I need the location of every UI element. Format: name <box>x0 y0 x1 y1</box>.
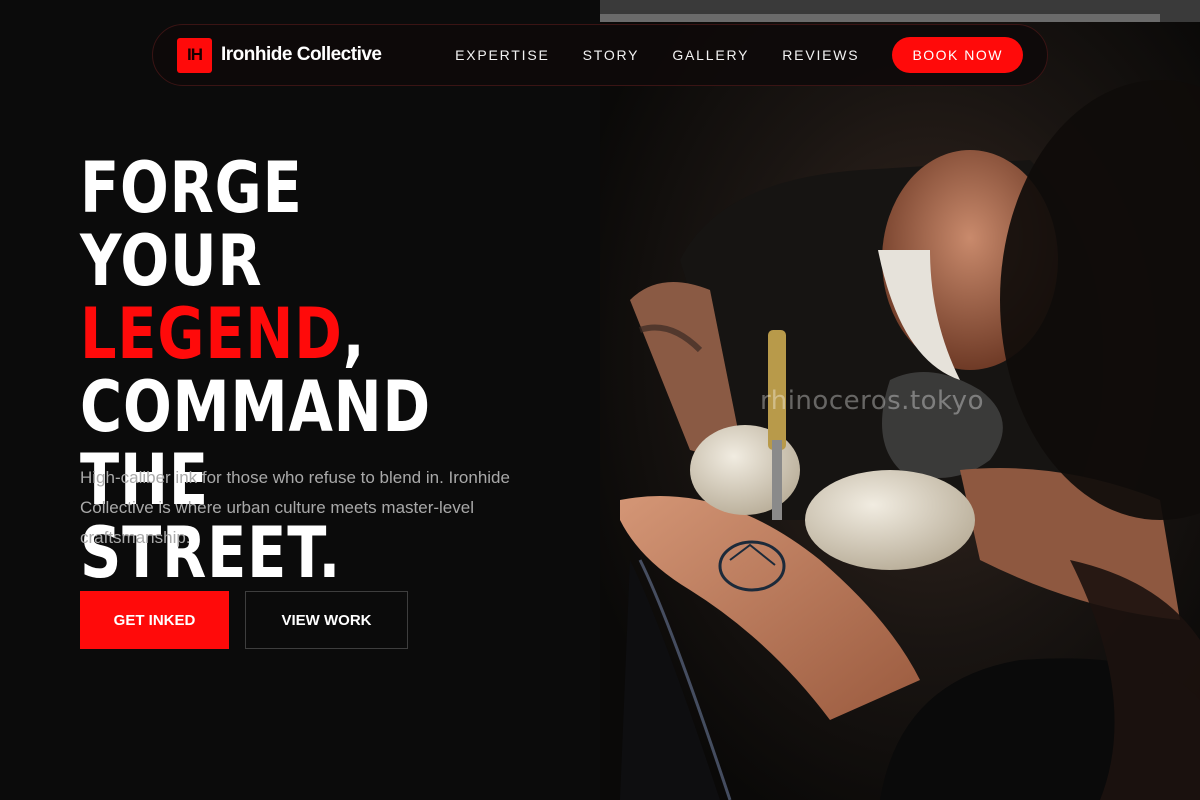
book-now-button[interactable]: BOOK NOW <box>892 37 1023 73</box>
nav-links: EXPERTISE STORY GALLERY REVIEWS BOOK NOW <box>455 37 1023 73</box>
brand-name: Ironhide Collective <box>221 44 382 65</box>
nav-link-reviews[interactable]: REVIEWS <box>782 47 859 63</box>
top-navbar: IH Ironhide Collective EXPERTISE STORY G… <box>152 24 1048 86</box>
hero-title-line1: FORGE YOUR <box>80 147 303 302</box>
hero-title-comma: , <box>342 293 366 375</box>
nav-link-expertise[interactable]: EXPERTISE <box>455 47 550 63</box>
nav-link-story[interactable]: STORY <box>583 47 640 63</box>
view-work-button[interactable]: VIEW WORK <box>245 591 408 649</box>
hero-description: High-caliber ink for those who refuse to… <box>80 468 510 547</box>
brand-mark-icon: IH <box>177 37 212 73</box>
watermark-text: rhinoceros.tokyo <box>760 386 984 416</box>
brand-logo[interactable]: IH Ironhide Collective <box>177 37 382 73</box>
hero-photo: rhinoceros.tokyo <box>600 0 1200 800</box>
hero-title-accent: LEGEND <box>80 293 343 375</box>
nav-link-gallery[interactable]: GALLERY <box>672 47 749 63</box>
get-inked-button[interactable]: GET INKED <box>80 591 229 649</box>
